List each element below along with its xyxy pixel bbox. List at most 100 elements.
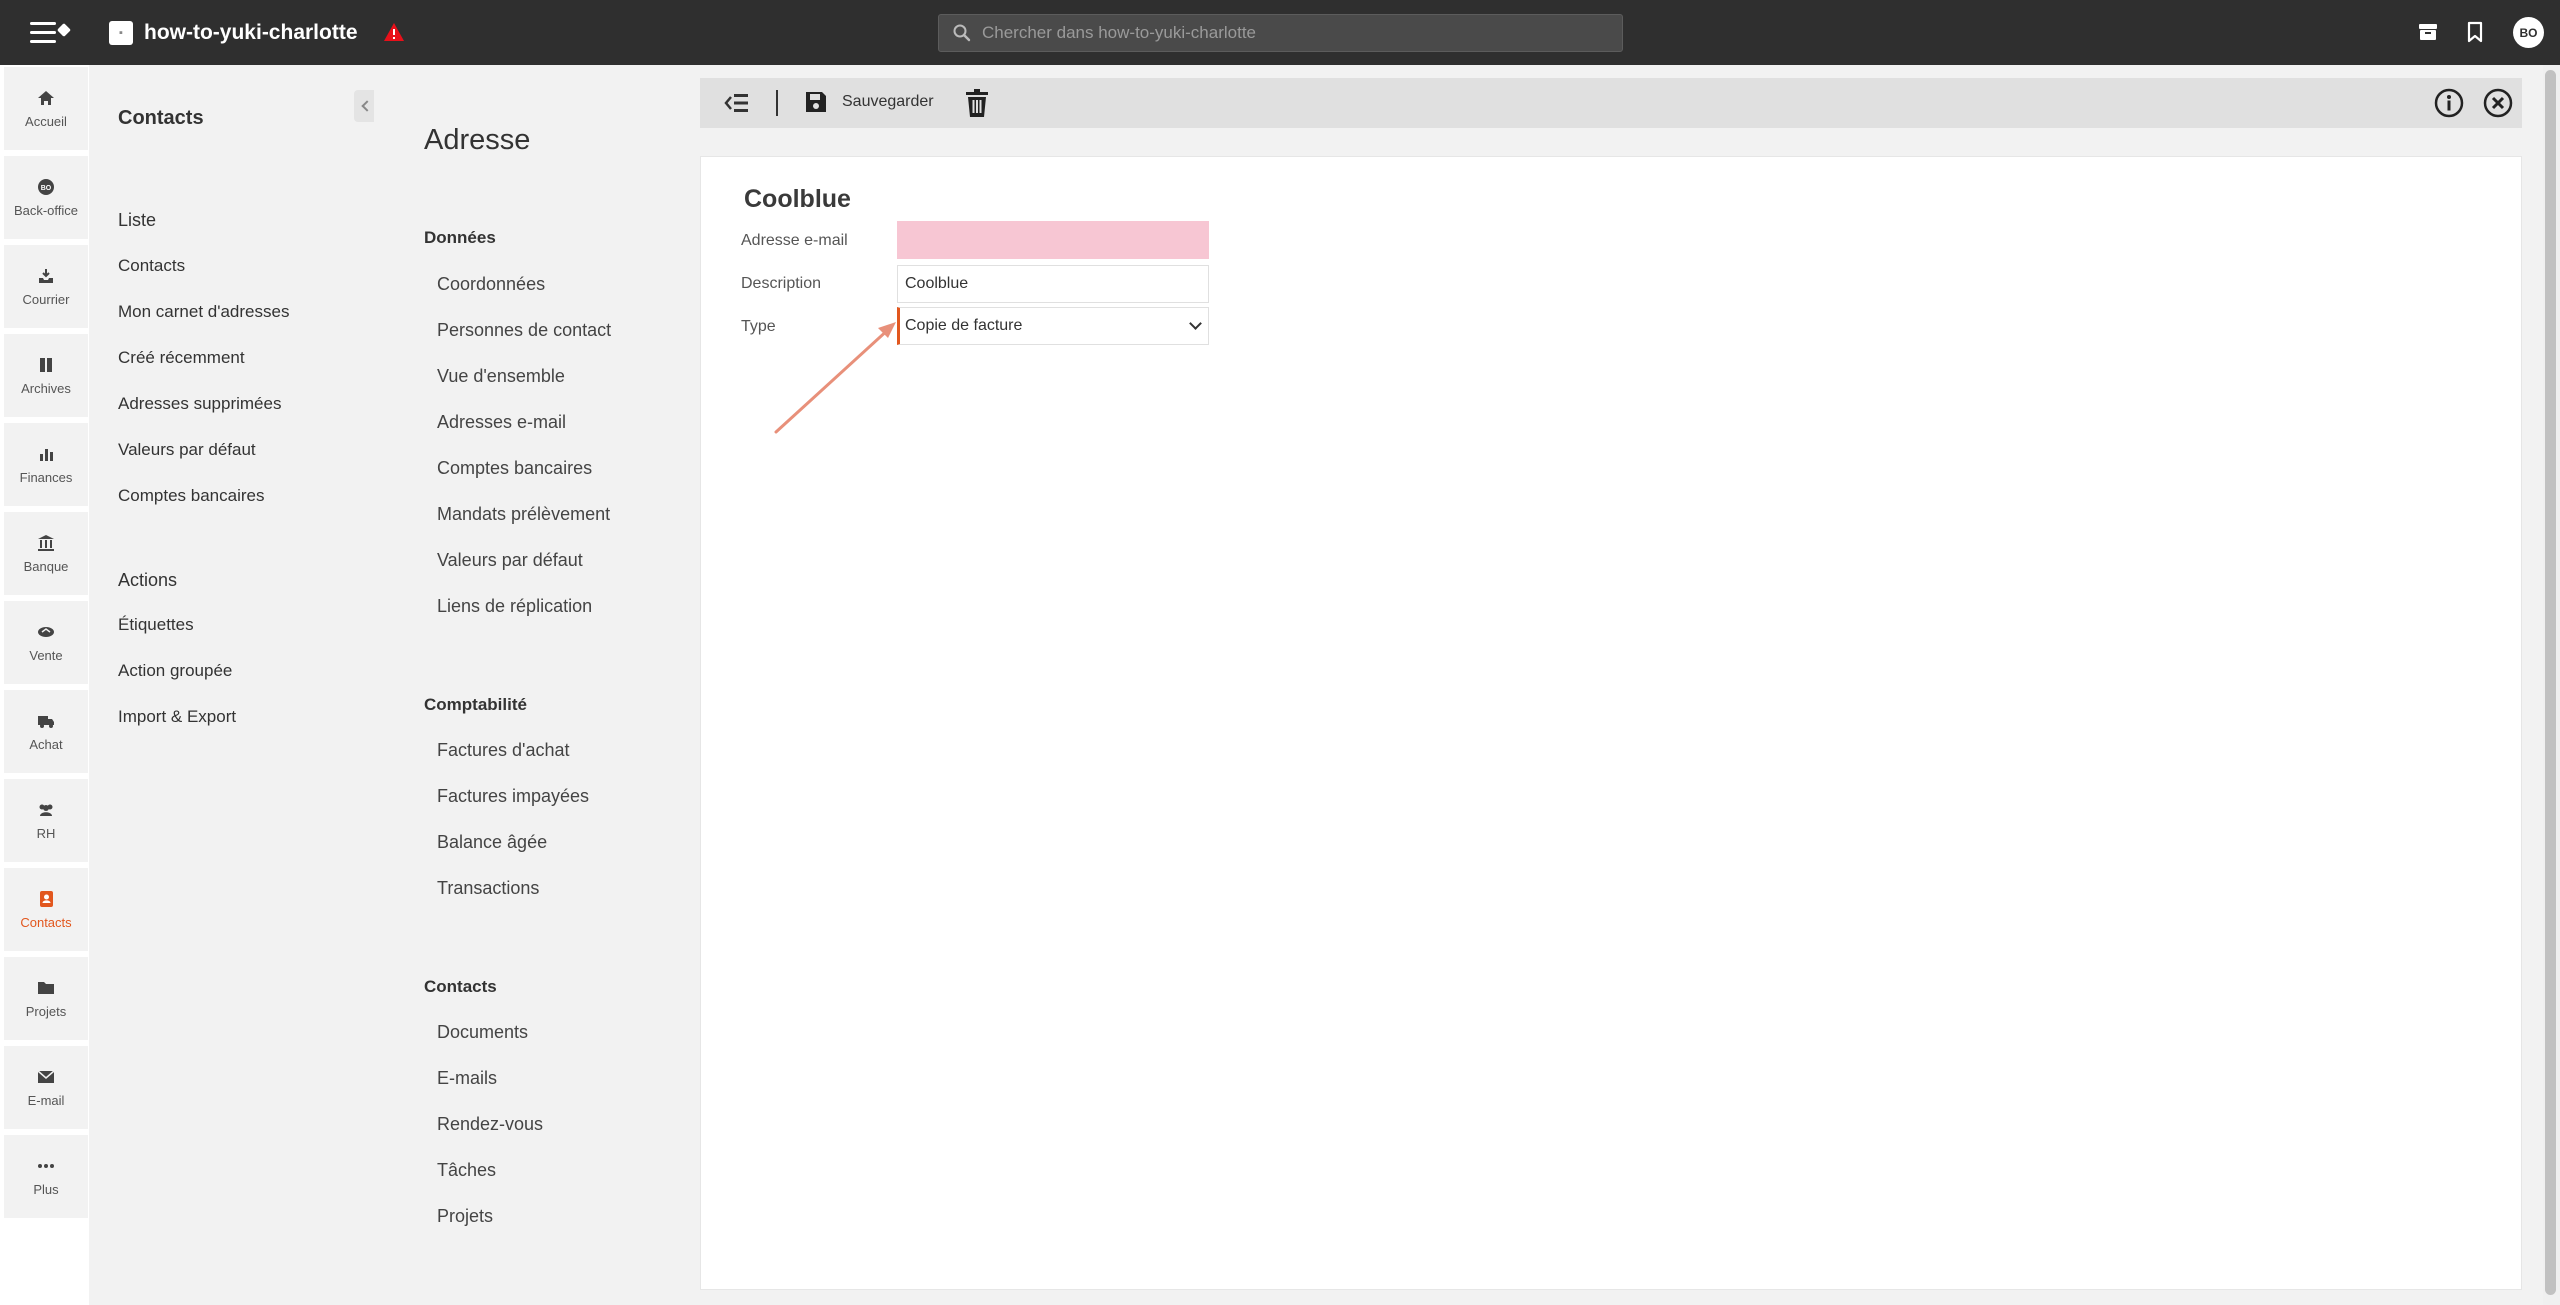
rail-label: E-mail <box>27 1093 65 1108</box>
info-icon <box>2434 88 2464 118</box>
rail-item-back-office[interactable]: BO Back-office <box>4 156 88 239</box>
chart-icon <box>36 444 56 464</box>
administration-logo-icon: ▪ <box>109 21 133 45</box>
panel-item-transactions[interactable]: Transactions <box>437 878 539 899</box>
rail-item-archives[interactable]: Archives <box>4 334 88 417</box>
rail-item-courrier[interactable]: Courrier <box>4 245 88 328</box>
panel-heading-donnees: Données <box>424 228 496 247</box>
save-button-label[interactable]: Sauvegarder <box>842 93 934 111</box>
description-field[interactable] <box>897 265 1209 303</box>
panel-heading-contacts: Contacts <box>424 977 497 996</box>
type-select[interactable]: Copie de facture <box>897 307 1209 345</box>
contacts-icon <box>36 889 56 909</box>
annotation-arrow <box>774 322 896 434</box>
sidebar-item-bank-accounts[interactable]: Comptes bancaires <box>118 486 264 506</box>
panel-item-coordonnees[interactable]: Coordonnées <box>437 274 545 295</box>
save-button[interactable] <box>804 90 828 114</box>
panel-heading-comptabilite: Comptabilité <box>424 695 527 714</box>
description-label: Description <box>741 275 822 292</box>
rail-item-finances[interactable]: Finances <box>4 423 88 506</box>
rail-label: Contacts <box>20 915 72 930</box>
bookmark-icon[interactable] <box>2463 20 2487 44</box>
collapse-sidebar-button[interactable] <box>354 90 376 122</box>
rail-label: Accueil <box>25 114 67 129</box>
rail-label: Vente <box>29 648 63 663</box>
sidebar-title: Contacts <box>118 107 204 129</box>
rail-item-contacts[interactable]: Contacts <box>4 868 88 951</box>
rail-label: Archives <box>21 381 71 396</box>
sidebar-item-contacts[interactable]: Contacts <box>118 256 185 276</box>
sidebar-item-bulk-action[interactable]: Action groupée <box>118 661 232 681</box>
sidebar-item-labels[interactable]: Étiquettes <box>118 615 194 635</box>
rail-label: Finances <box>19 470 73 485</box>
panel-item-unpaid-invoices[interactable]: Factures impayées <box>437 786 589 807</box>
rail-item-rh[interactable]: RH <box>4 779 88 862</box>
rail-item-e-mail[interactable]: E-mail <box>4 1046 88 1129</box>
close-button[interactable] <box>2483 88 2513 118</box>
rail-label: Plus <box>33 1182 59 1197</box>
rail-item-achat[interactable]: Achat <box>4 690 88 773</box>
panel-item-emails[interactable]: E-mails <box>437 1068 497 1089</box>
floppy-disk-icon <box>806 92 826 112</box>
sidebar-item-default-values[interactable]: Valeurs par défaut <box>118 440 256 460</box>
warning-icon[interactable] <box>383 22 405 42</box>
rail-label: Back-office <box>13 203 79 218</box>
svg-text:BO: BO <box>41 185 52 192</box>
panel-item-contact-persons[interactable]: Personnes de contact <box>437 320 611 341</box>
panel-item-tasks[interactable]: Tâches <box>437 1160 496 1181</box>
trash-icon <box>966 89 988 117</box>
envelope-icon <box>36 1067 56 1087</box>
top-bar: ▪ how-to-yuki-charlotte BO <box>0 0 2560 65</box>
panel-item-direct-debit-mandates[interactable]: Mandats prélèvement <box>437 504 610 525</box>
rail-label: Achat <box>29 737 63 752</box>
rail-item-projets[interactable]: Projets <box>4 957 88 1040</box>
close-icon <box>2483 88 2513 118</box>
handshake-icon <box>36 622 56 642</box>
rail-label: Projets <box>25 1004 67 1019</box>
archive-box-icon[interactable] <box>2416 20 2440 44</box>
panel-item-appointments[interactable]: Rendez-vous <box>437 1114 543 1135</box>
folder-icon <box>36 978 56 998</box>
inbox-icon <box>36 266 56 286</box>
delete-button[interactable] <box>965 88 989 118</box>
sidebar-item-import-export[interactable]: Import & Export <box>118 707 236 727</box>
sidebar-item-recently-created[interactable]: Créé récemment <box>118 348 245 368</box>
avatar[interactable]: BO <box>2513 17 2544 48</box>
panel-item-aged-balance[interactable]: Balance âgée <box>437 832 547 853</box>
info-button[interactable] <box>2434 88 2464 118</box>
chevron-left-icon <box>361 100 373 112</box>
backoffice-icon: BO <box>36 177 56 197</box>
bank-icon <box>36 533 56 553</box>
panel-item-projects[interactable]: Projets <box>437 1206 493 1227</box>
type-select-value: Copie de facture <box>905 317 1023 334</box>
sidebar-heading-liste: Liste <box>118 210 157 230</box>
rail-label: RH <box>36 826 56 841</box>
rail-item-plus[interactable]: Plus <box>4 1135 88 1218</box>
scrollbar-thumb[interactable] <box>2545 70 2556 1295</box>
rail-item-banque[interactable]: Banque <box>4 512 88 595</box>
panel-item-replication-links[interactable]: Liens de réplication <box>437 596 592 617</box>
archive-icon <box>36 355 56 375</box>
rail-item-accueil[interactable]: Accueil <box>4 67 88 150</box>
panel-item-documents[interactable]: Documents <box>437 1022 528 1043</box>
panel-item-purchase-invoices[interactable]: Factures d'achat <box>437 740 570 761</box>
panel-item-bank-accounts[interactable]: Comptes bancaires <box>437 458 592 479</box>
people-icon <box>36 800 56 820</box>
rail-label: Courrier <box>22 292 70 307</box>
search-input[interactable] <box>982 23 1622 43</box>
global-search[interactable] <box>938 14 1623 52</box>
email-field[interactable] <box>897 221 1209 259</box>
panel-item-default-values[interactable]: Valeurs par défaut <box>437 550 583 571</box>
contacts-sidebar <box>89 65 374 1305</box>
panel-title: Adresse <box>424 124 531 156</box>
panel-item-overview[interactable]: Vue d'ensemble <box>437 366 565 387</box>
panel-item-email-addresses[interactable]: Adresses e-mail <box>437 412 566 433</box>
toolbar-divider <box>776 90 778 116</box>
administration-name[interactable]: how-to-yuki-charlotte <box>144 21 358 45</box>
home-icon <box>36 88 56 108</box>
menu-toggle-icon[interactable] <box>30 20 72 46</box>
toggle-panel-button[interactable] <box>724 91 750 115</box>
sidebar-item-address-book[interactable]: Mon carnet d'adresses <box>118 302 289 322</box>
sidebar-item-deleted-addresses[interactable]: Adresses supprimées <box>118 394 281 414</box>
rail-item-vente[interactable]: Vente <box>4 601 88 684</box>
